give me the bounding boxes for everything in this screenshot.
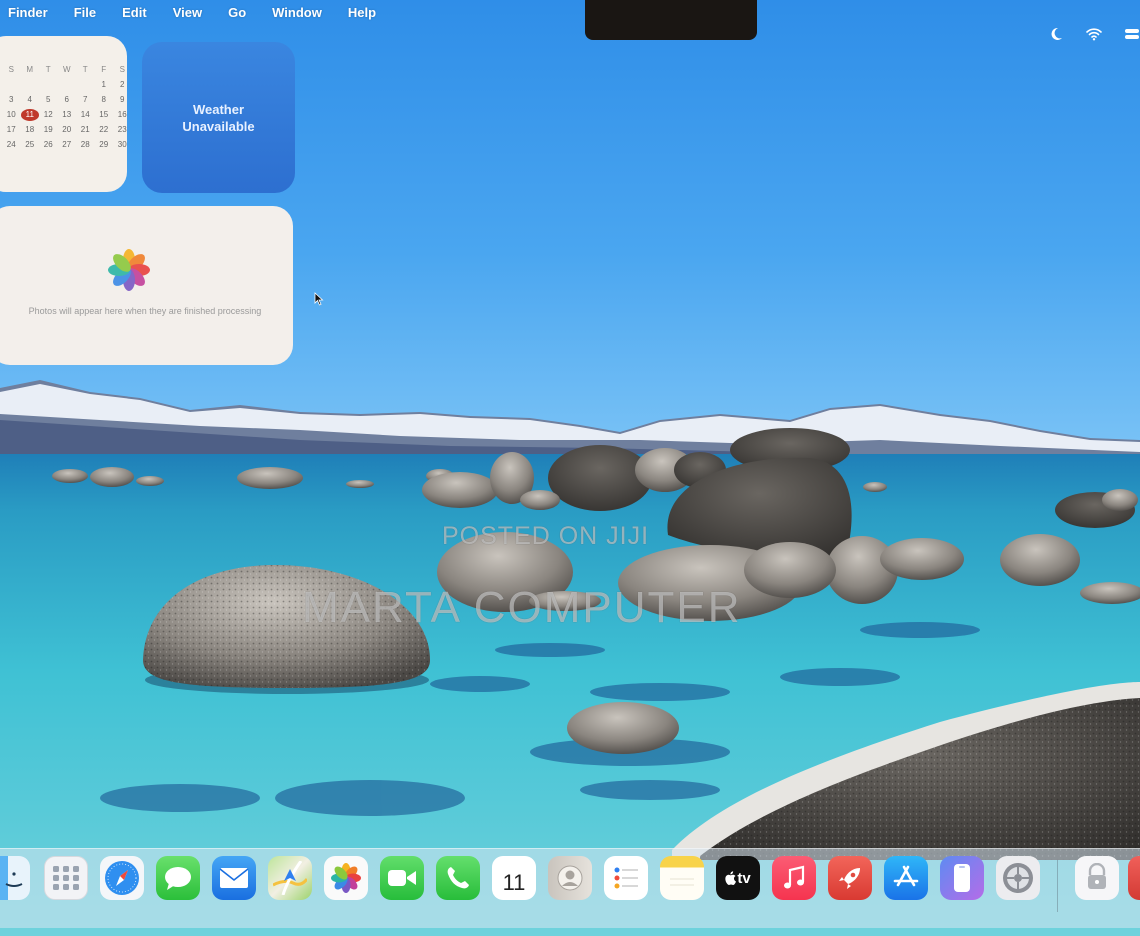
menu-view[interactable]: View bbox=[173, 5, 202, 20]
weekday-header: S bbox=[119, 65, 125, 74]
calendar-day: 10 bbox=[6, 110, 16, 119]
weekday-header: M bbox=[26, 65, 34, 74]
app-store-icon[interactable] bbox=[884, 856, 928, 900]
watermark-line-1: POSTED ON JIJI bbox=[442, 522, 650, 550]
weekday-header: S bbox=[8, 65, 14, 74]
calendar-day: 16 bbox=[117, 110, 127, 119]
menu-go[interactable]: Go bbox=[228, 5, 246, 20]
calendar-day: 28 bbox=[80, 140, 90, 149]
calendar-icon-date: 11 bbox=[502, 869, 526, 895]
calendar-day bbox=[76, 79, 95, 91]
messages-icon[interactable] bbox=[156, 856, 200, 900]
photos-icon[interactable] bbox=[324, 856, 368, 900]
calendar-day: 5 bbox=[46, 95, 51, 104]
desktop: Finder File Edit View Go Window Help S M… bbox=[0, 0, 1140, 936]
weekday-header: T bbox=[82, 65, 88, 74]
calendar-day: 25 bbox=[25, 140, 35, 149]
preview-icon[interactable] bbox=[1075, 856, 1119, 900]
calendar-day: 7 bbox=[83, 95, 88, 104]
finder-icon[interactable] bbox=[0, 856, 30, 900]
calendar-day: 23 bbox=[117, 125, 127, 134]
system-settings-icon[interactable] bbox=[996, 856, 1040, 900]
calendar-day: 20 bbox=[62, 125, 72, 134]
menu-file[interactable]: File bbox=[74, 5, 96, 20]
weekday-header: F bbox=[101, 65, 107, 74]
apple-tv-label: tv bbox=[737, 869, 751, 887]
calendar-day: 29 bbox=[99, 140, 109, 149]
camera-notch bbox=[585, 0, 757, 40]
photos-widget-message: Photos will appear here when they are fi… bbox=[28, 306, 262, 316]
calendar-day: 1 bbox=[101, 80, 106, 89]
menu-bar: Finder File Edit View Go Window Help bbox=[0, 0, 1140, 24]
calendar-day: 8 bbox=[101, 95, 106, 104]
calendar-day: 30 bbox=[117, 140, 127, 149]
calendar-day: 3 bbox=[9, 95, 14, 104]
music-icon[interactable] bbox=[772, 856, 816, 900]
watermark-line-2: MARTA COMPUTER bbox=[302, 583, 742, 632]
phone-icon[interactable] bbox=[436, 856, 480, 900]
calendar-day bbox=[39, 79, 58, 91]
calendar-day: 26 bbox=[43, 140, 53, 149]
menu-finder[interactable]: Finder bbox=[8, 5, 48, 20]
maps-icon[interactable] bbox=[268, 856, 312, 900]
apple-logo-icon bbox=[725, 871, 737, 885]
calendar-day bbox=[21, 79, 40, 91]
weekday-header: T bbox=[45, 65, 51, 74]
calendar-day: 6 bbox=[64, 95, 69, 104]
calendar-icon[interactable]: 11 bbox=[492, 856, 536, 900]
rocket-icon[interactable] bbox=[828, 856, 872, 900]
calendar-day: 22 bbox=[99, 125, 109, 134]
dock-separator bbox=[1057, 860, 1058, 912]
calendar-day bbox=[2, 79, 21, 91]
contacts-icon[interactable] bbox=[548, 856, 592, 900]
menu-edit[interactable]: Edit bbox=[122, 5, 147, 20]
weather-widget[interactable]: Weather Unavailable bbox=[142, 42, 295, 193]
iphone-mirroring-icon[interactable] bbox=[940, 856, 984, 900]
calendar-grid: S M T W T F S 1 2 3 4 5 6 7 8 9 10 11 12… bbox=[2, 64, 127, 151]
calendar-day: 12 bbox=[43, 110, 53, 119]
calendar-day: 21 bbox=[80, 125, 90, 134]
calendar-day: 9 bbox=[120, 95, 125, 104]
weather-status-text: Weather Unavailable bbox=[182, 101, 255, 134]
safari-icon[interactable] bbox=[100, 856, 144, 900]
menu-help[interactable]: Help bbox=[348, 5, 376, 20]
partial-app-icon[interactable] bbox=[1128, 856, 1140, 900]
apple-tv-icon[interactable]: tv bbox=[716, 856, 760, 900]
calendar-day: 15 bbox=[99, 110, 109, 119]
facetime-icon[interactable] bbox=[380, 856, 424, 900]
weekday-header: W bbox=[62, 65, 71, 74]
photos-widget[interactable]: Photos will appear here when they are fi… bbox=[0, 206, 293, 365]
calendar-day: 4 bbox=[27, 95, 32, 104]
mouse-pointer-icon bbox=[314, 292, 324, 306]
photos-app-icon bbox=[108, 249, 150, 291]
calendar-day: 19 bbox=[43, 125, 53, 134]
control-center-icon[interactable] bbox=[1124, 26, 1140, 42]
calendar-day: 24 bbox=[6, 140, 16, 149]
calendar-day: 27 bbox=[62, 140, 72, 149]
notes-icon[interactable] bbox=[660, 856, 704, 900]
calendar-day: 14 bbox=[80, 110, 90, 119]
mail-icon[interactable] bbox=[212, 856, 256, 900]
calendar-day: 18 bbox=[25, 125, 35, 134]
reminders-icon[interactable] bbox=[604, 856, 648, 900]
menu-bar-status bbox=[1048, 26, 1140, 42]
calendar-day: 2 bbox=[120, 80, 125, 89]
calendar-day bbox=[58, 79, 77, 91]
calendar-month-label bbox=[2, 50, 115, 60]
calendar-day-today: 11 bbox=[20, 109, 39, 121]
moon-icon[interactable] bbox=[1048, 26, 1064, 42]
launchpad-icon[interactable] bbox=[44, 856, 88, 900]
menu-window[interactable]: Window bbox=[272, 5, 322, 20]
calendar-widget[interactable]: S M T W T F S 1 2 3 4 5 6 7 8 9 10 11 12… bbox=[0, 36, 127, 192]
calendar-day: 17 bbox=[6, 125, 16, 134]
calendar-day: 13 bbox=[62, 110, 72, 119]
wifi-icon[interactable] bbox=[1086, 26, 1102, 42]
